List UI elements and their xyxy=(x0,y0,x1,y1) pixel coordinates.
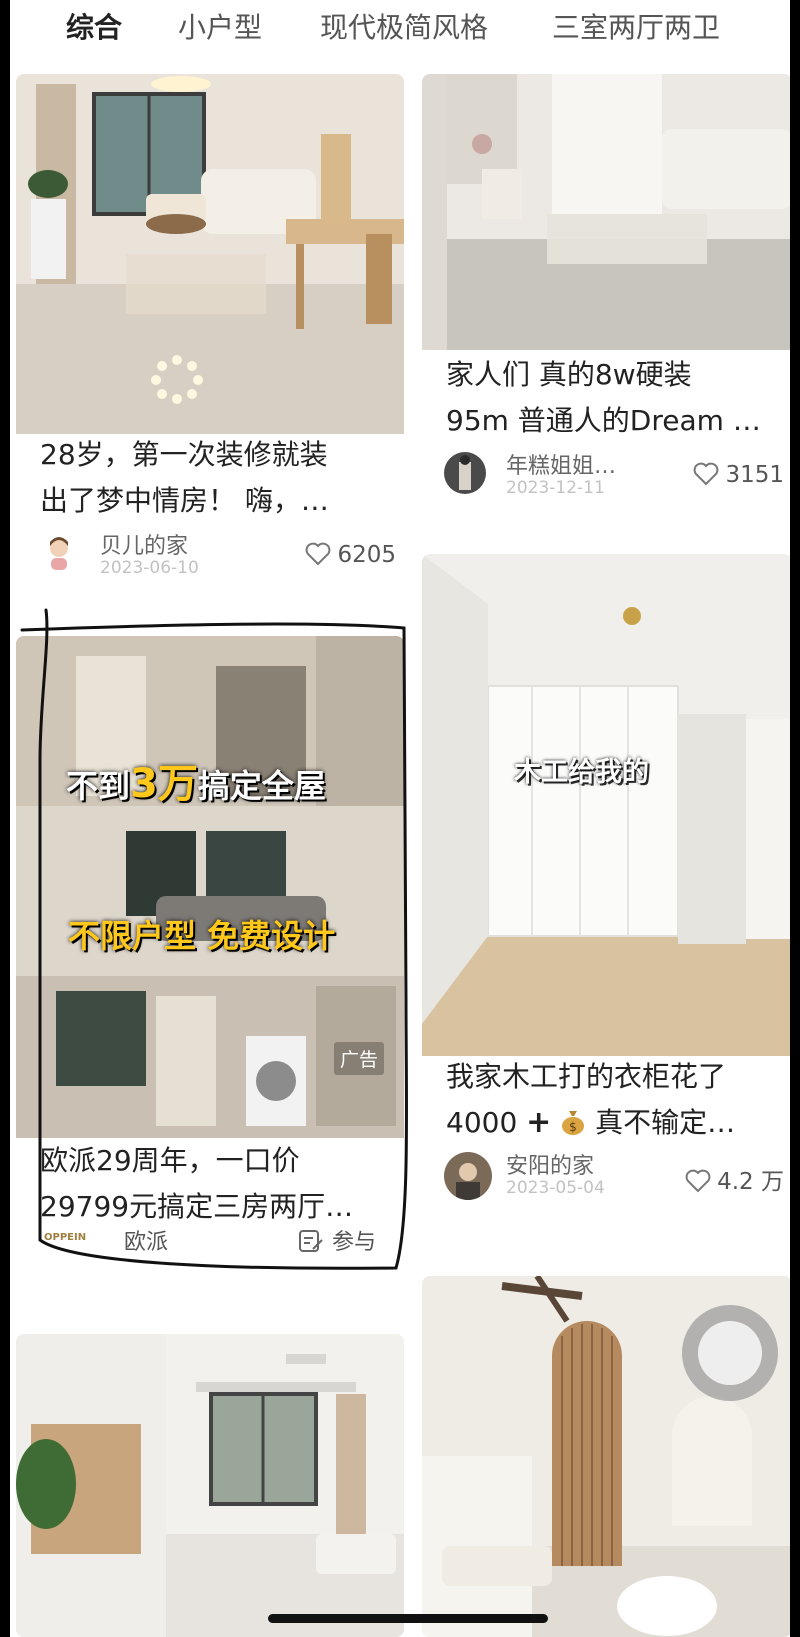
tab-comprehensive[interactable]: 综合 xyxy=(66,6,122,46)
tab-small-unit[interactable]: 小户型 xyxy=(178,6,262,46)
tab-three-bed-two-living[interactable]: 三室两厅两卫 xyxy=(552,6,720,46)
tab-modern-minimal[interactable]: 现代极简风格 xyxy=(320,6,488,46)
app-screen: 综合 小户型 现代极简风格 三室两厅两卫 28岁，第一次装修就装 出了梦中情房！… xyxy=(10,0,790,1637)
category-tabs: 综合 小户型 现代极简风格 三室两厅两卫 xyxy=(10,0,790,56)
home-indicator[interactable] xyxy=(268,1614,548,1623)
annotation-outline xyxy=(20,608,409,1270)
